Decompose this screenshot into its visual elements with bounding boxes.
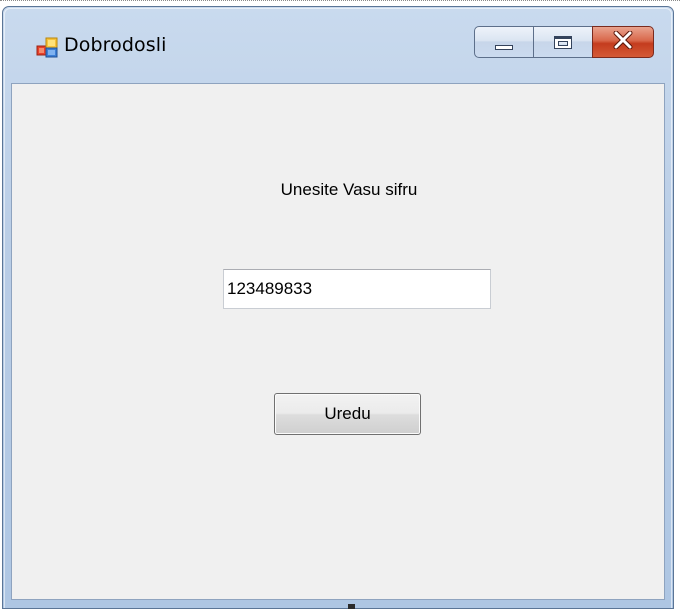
close-button[interactable] <box>592 26 654 58</box>
windows-forms-app-icon <box>36 36 58 58</box>
taskbar-edge-marker <box>348 604 355 609</box>
minimize-icon <box>495 44 513 50</box>
desktop-dotted-edge <box>0 0 680 4</box>
maximize-button[interactable] <box>533 26 593 58</box>
caption-buttons <box>474 26 654 60</box>
title-bar[interactable]: Dobrodosli <box>3 7 673 83</box>
app-window: Dobrodosli Unesite Vasu sifru Uredu <box>2 6 674 609</box>
window-title: Dobrodosli <box>64 34 167 56</box>
minimize-button[interactable] <box>474 26 534 58</box>
password-prompt-label: Unesite Vasu sifru <box>280 180 418 199</box>
maximize-icon <box>554 35 572 49</box>
password-input[interactable] <box>223 269 491 309</box>
form-client-area: Unesite Vasu sifru Uredu <box>11 83 665 600</box>
ok-button[interactable]: Uredu <box>274 393 421 435</box>
close-icon <box>612 30 634 53</box>
